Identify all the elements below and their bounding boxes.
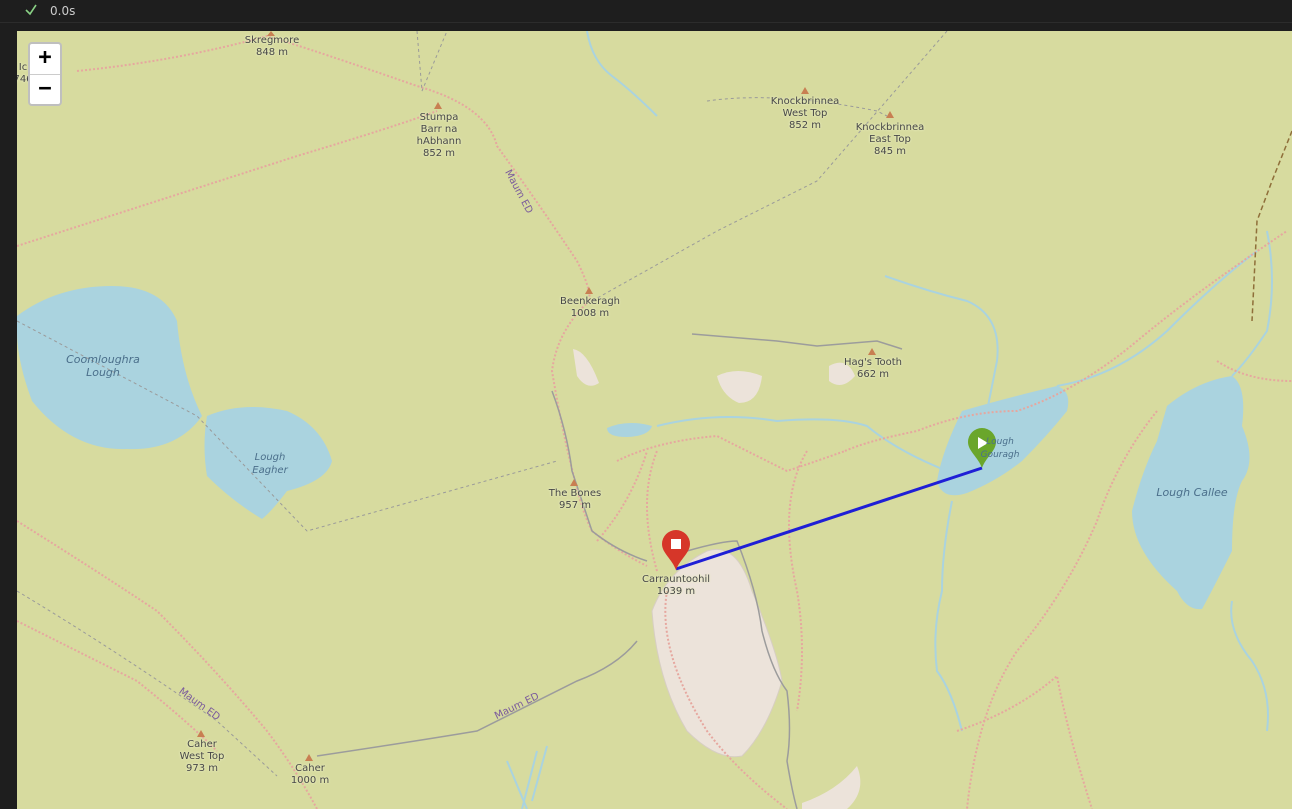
map-view[interactable]: Skregmore 848 m Stumpa Barr na hAbhann 8… [17,31,1292,809]
path-trail [956,674,1093,809]
rock-area [802,766,861,809]
peak-label-knockbrinnea-east: Knockbrinnea East Top 845 m [855,122,925,157]
path-trail [788,450,808,712]
peak-label-carrauntoohil: Carrauntoohil 1039 m [641,574,711,597]
peak-label-stumpa: Stumpa Barr na hAbhann 852 m [416,112,462,159]
check-icon [25,4,37,16]
peak-label-caher: Caher 1000 m [290,763,330,786]
peak-label-caher-west: Caher West Top 973 m [179,739,225,774]
execution-time: 0.0s [50,4,76,18]
peak-icon [197,730,205,737]
peak-label-knockbrinnea-west: Knockbrinnea West Top 852 m [770,96,840,131]
peak-icon [434,102,442,109]
stream [1230,600,1269,732]
peak-icon [801,87,809,94]
peak-label-hags-tooth: Hag's Tooth 662 m [843,357,903,380]
stream [656,416,948,472]
boundary [17,590,278,777]
peak-label-the-bones: The Bones 957 m [548,488,602,511]
lake-label-callee: Lough Callee [1156,486,1228,499]
stream [506,745,548,809]
tarn [607,422,652,437]
cliff [551,390,648,562]
path-trail [17,520,318,809]
peak-label-beenkeragh: Beenkeragh 1008 m [559,296,621,319]
route-line [675,466,983,571]
cliff [316,640,638,757]
peak-label-skregmore: Skregmore 848 m [244,35,300,58]
zoom-out-button[interactable]: − [30,75,60,105]
stream [1231,230,1273,377]
peak-icon [585,287,593,294]
path-trail [17,110,438,247]
rock-area [717,371,762,403]
boundary [416,31,448,92]
peak-icon [868,348,876,355]
lake-label-coomloughra: Coomloughra Lough [66,353,140,379]
path-trail [616,434,846,473]
peak-icon [886,111,894,118]
stream [1056,250,1258,387]
rock-area [573,349,599,386]
peak-icon [570,479,578,486]
peak-icon [305,754,313,761]
map-layer [17,31,1292,809]
cell-status-bar: 0.0s [0,0,1292,23]
stream [884,275,999,412]
path-trail [646,450,658,572]
lake-label-gouragh: Lough Gouragh [980,437,1020,460]
zoom-in-button[interactable]: + [30,44,60,75]
stream [934,500,963,732]
path-trail [596,450,648,542]
cliff [691,333,903,350]
boundary [591,31,948,302]
lake-label-eagher: Lough Eagher [252,452,288,476]
zoom-control: + − [28,42,62,106]
stream [586,31,658,117]
